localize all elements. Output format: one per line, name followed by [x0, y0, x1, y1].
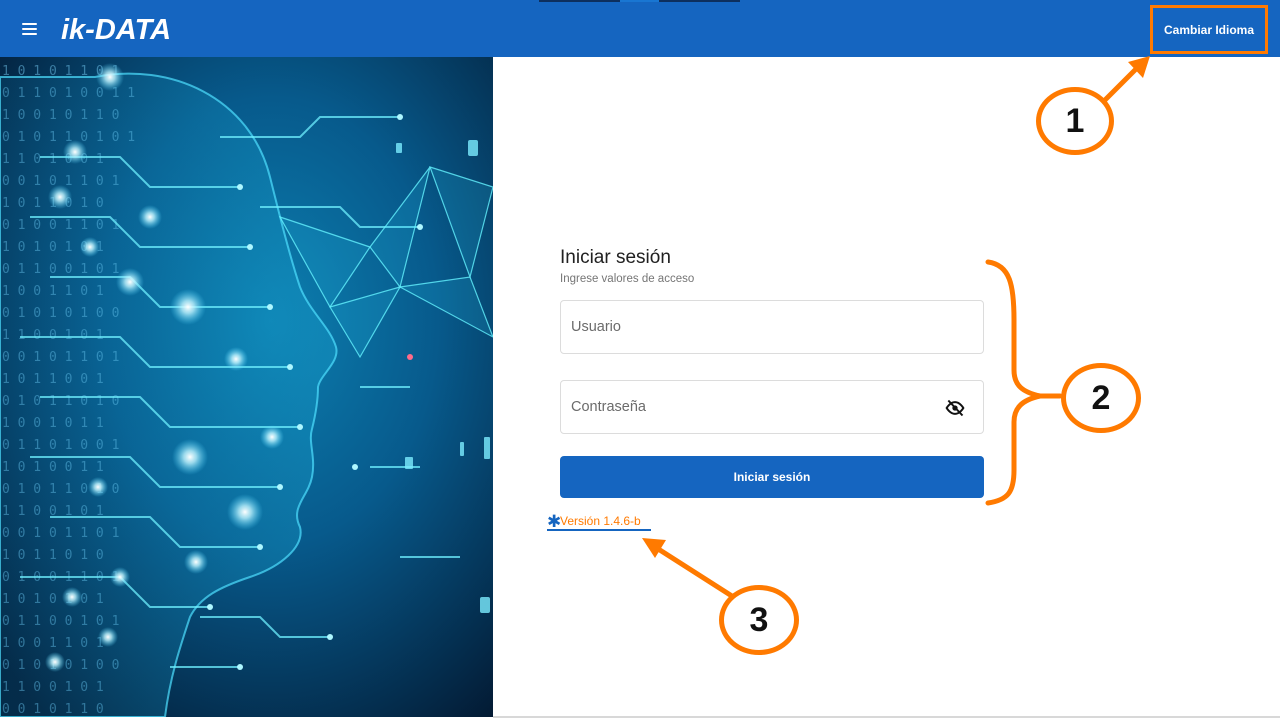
login-button[interactable]: Iniciar sesión	[560, 456, 984, 498]
bottom-divider	[493, 716, 1280, 718]
arrow-1-shaft	[1102, 59, 1146, 103]
version-label: Versión 1.4.6-b	[560, 514, 641, 528]
brace-2	[985, 259, 1043, 506]
password-field[interactable]	[560, 380, 984, 434]
eye-off-icon[interactable]	[944, 398, 966, 418]
top-app-bar: ik-DATA Cambiar Idioma	[0, 0, 1280, 57]
login-subtitle: Ingrese valores de acceso	[560, 273, 695, 285]
arrow-1-head	[1128, 56, 1150, 78]
username-field[interactable]	[560, 300, 984, 354]
callout-1: 1	[1036, 87, 1114, 155]
arrow-3-head	[642, 538, 666, 558]
logo-ik: ik-DATA	[61, 14, 171, 45]
change-language-button[interactable]: Cambiar Idioma	[1150, 5, 1268, 54]
tab-indicator	[539, 0, 740, 2]
arrow-3-shaft	[649, 542, 738, 601]
username-input[interactable]	[571, 301, 941, 353]
login-form: Iniciar sesión Ingrese valores de acceso…	[560, 246, 984, 498]
password-input[interactable]	[571, 381, 941, 433]
ik-data-logo: ik-DATA	[61, 14, 171, 45]
login-title: Iniciar sesión	[560, 247, 671, 268]
callout-2: 2	[1061, 363, 1141, 433]
menu-icon[interactable]	[18, 18, 42, 40]
ai-head-illustration: 1 0 1 0 1 1 0 1 0 1 1 0 1 0 0 1 1 1 0 0 …	[0, 57, 493, 717]
callout-3: 3	[719, 585, 799, 655]
version-underline	[547, 529, 651, 531]
